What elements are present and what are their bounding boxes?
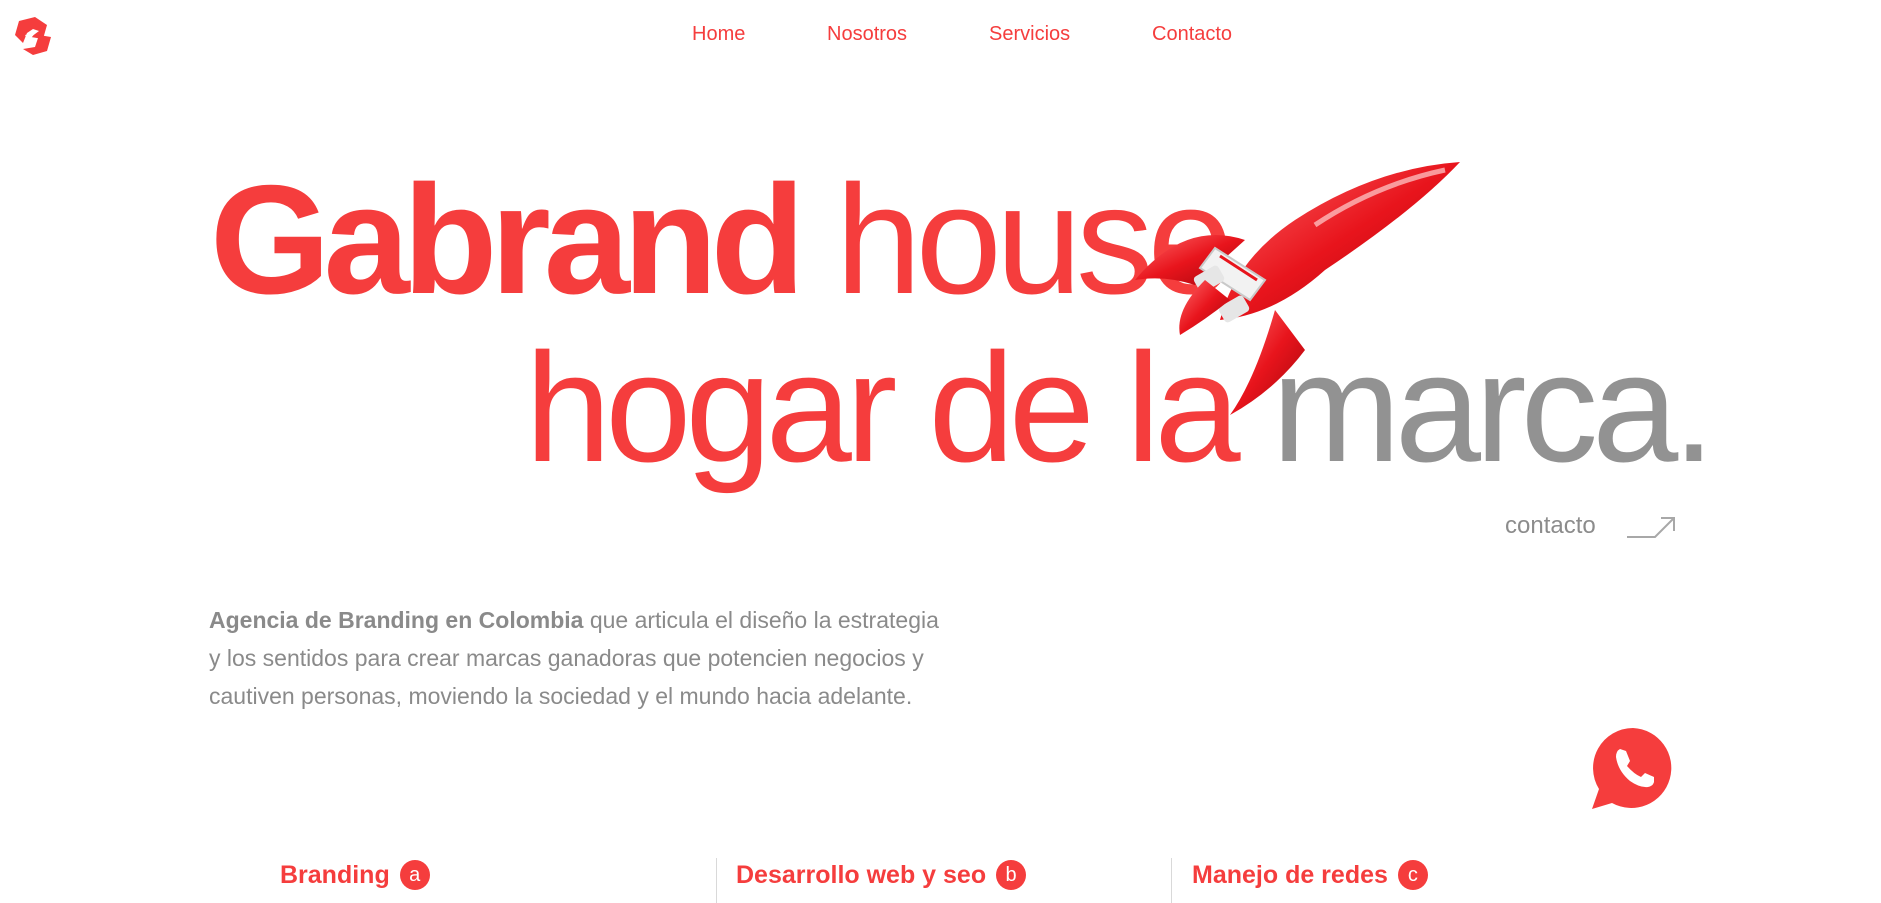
page: Home Nosotros Servicios Contacto Gabrand… xyxy=(0,0,1881,903)
nav-nosotros-link[interactable]: Nosotros xyxy=(827,23,907,46)
nav-home-link[interactable]: Home xyxy=(692,23,745,46)
service-label: Manejo de redes xyxy=(1192,861,1388,889)
divider xyxy=(716,858,717,903)
service-branding[interactable]: Branding a xyxy=(280,860,430,903)
service-manejo-redes[interactable]: Manejo de redes c xyxy=(1192,860,1428,903)
service-badge: a xyxy=(399,860,430,890)
service-label: Desarrollo web y seo xyxy=(736,861,987,889)
nav-servicios-link[interactable]: Servicios xyxy=(989,23,1070,46)
service-label: Branding xyxy=(280,861,390,889)
hero-line-2: hogar de la marca. xyxy=(525,330,1715,485)
whatsapp-phone-icon[interactable] xyxy=(1590,725,1676,811)
hero-brand-word: Gabrand xyxy=(210,153,805,326)
intro-paragraph: Agencia de Branding en Colombia que arti… xyxy=(209,601,939,715)
intro-strong: Agencia de Branding en Colombia xyxy=(209,607,584,633)
contact-link[interactable]: contacto xyxy=(1505,512,1596,540)
service-badge: c xyxy=(1397,860,1428,890)
service-desarrollo-web[interactable]: Desarrollo web y seo b xyxy=(736,860,1027,903)
nav-contacto-link[interactable]: Contacto xyxy=(1152,23,1232,46)
rocket-illustration xyxy=(1135,162,1460,415)
hero-line-1: Gabrand house xyxy=(210,162,1234,317)
arrow-up-right-icon[interactable] xyxy=(1625,514,1677,540)
main-nav: Home Nosotros Servicios Contacto xyxy=(0,23,1881,53)
service-badge: b xyxy=(996,860,1027,890)
divider xyxy=(1171,858,1172,903)
